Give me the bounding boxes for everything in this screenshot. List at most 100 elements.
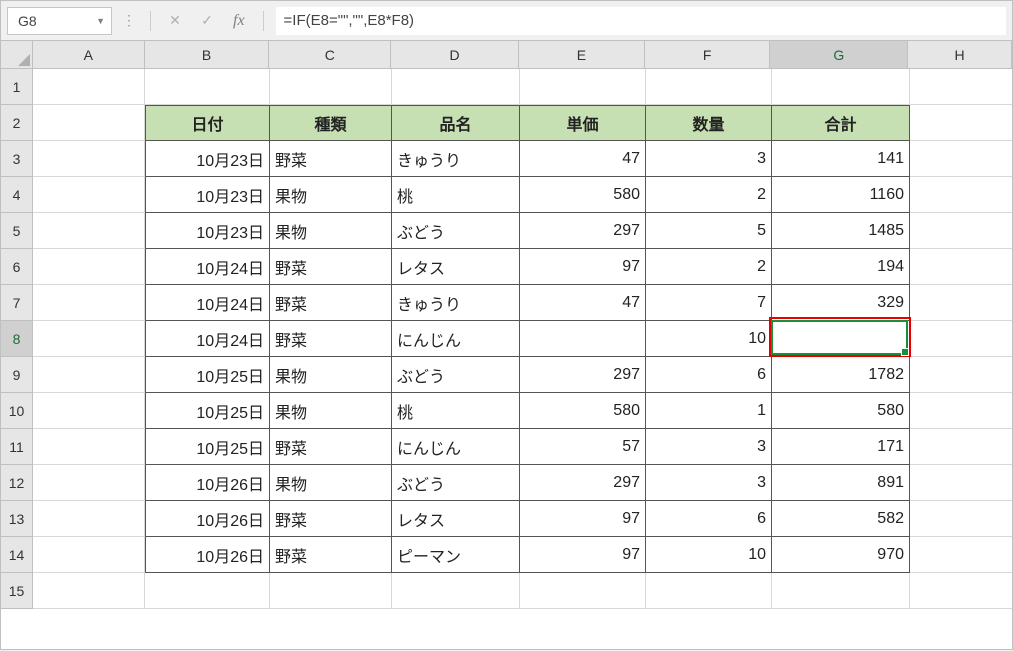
cells-area[interactable]: 日付種類品名単価数量合計10月23日野菜きゅうり47314110月23日果物桃5…	[33, 69, 1012, 609]
cell-G6[interactable]: 194	[772, 249, 910, 285]
cell-G14[interactable]: 970	[772, 537, 910, 573]
cell-A8[interactable]	[33, 321, 145, 357]
cell-G13[interactable]: 582	[772, 501, 910, 537]
cell-C15[interactable]	[270, 573, 392, 609]
name-box[interactable]: G8 ▼	[7, 7, 112, 35]
cell-D9[interactable]: ぶどう	[392, 357, 520, 393]
col-header-C[interactable]: C	[269, 41, 391, 68]
cell-C7[interactable]: 野菜	[270, 285, 392, 321]
cell-H12[interactable]	[910, 465, 1012, 501]
cell-B3[interactable]: 10月23日	[145, 141, 270, 177]
row-header-8[interactable]: 8	[1, 321, 33, 357]
cell-A2[interactable]	[33, 105, 145, 141]
cell-D14[interactable]: ピーマン	[392, 537, 520, 573]
cell-H1[interactable]	[910, 69, 1012, 105]
cell-G8[interactable]	[772, 321, 910, 357]
cell-D12[interactable]: ぶどう	[392, 465, 520, 501]
cell-B9[interactable]: 10月25日	[145, 357, 270, 393]
cell-D4[interactable]: 桃	[392, 177, 520, 213]
col-header-B[interactable]: B	[145, 41, 270, 68]
cell-B2[interactable]: 日付	[145, 105, 270, 141]
cell-G11[interactable]: 171	[772, 429, 910, 465]
cell-A4[interactable]	[33, 177, 145, 213]
cell-C14[interactable]: 野菜	[270, 537, 392, 573]
select-all-corner[interactable]	[1, 41, 33, 68]
cell-G1[interactable]	[772, 69, 910, 105]
cell-A6[interactable]	[33, 249, 145, 285]
cell-B10[interactable]: 10月25日	[145, 393, 270, 429]
cell-E12[interactable]: 297	[520, 465, 646, 501]
row-header-13[interactable]: 13	[1, 501, 33, 537]
cell-E9[interactable]: 297	[520, 357, 646, 393]
col-header-A[interactable]: A	[33, 41, 145, 68]
cancel-icon[interactable]: ✕	[163, 9, 187, 33]
col-header-F[interactable]: F	[645, 41, 771, 68]
cell-F11[interactable]: 3	[646, 429, 772, 465]
cell-F2[interactable]: 数量	[646, 105, 772, 141]
cell-A10[interactable]	[33, 393, 145, 429]
cell-G4[interactable]: 1160	[772, 177, 910, 213]
cell-H7[interactable]	[910, 285, 1012, 321]
cell-F7[interactable]: 7	[646, 285, 772, 321]
cell-B13[interactable]: 10月26日	[145, 501, 270, 537]
cell-C2[interactable]: 種類	[270, 105, 392, 141]
col-header-H[interactable]: H	[908, 41, 1012, 68]
cell-B15[interactable]	[145, 573, 270, 609]
cell-F15[interactable]	[646, 573, 772, 609]
cell-F9[interactable]: 6	[646, 357, 772, 393]
cell-F10[interactable]: 1	[646, 393, 772, 429]
cell-D3[interactable]: きゅうり	[392, 141, 520, 177]
cell-B7[interactable]: 10月24日	[145, 285, 270, 321]
cell-D1[interactable]	[392, 69, 520, 105]
cell-D8[interactable]: にんじん	[392, 321, 520, 357]
cell-F1[interactable]	[646, 69, 772, 105]
row-header-5[interactable]: 5	[1, 213, 33, 249]
cell-C3[interactable]: 野菜	[270, 141, 392, 177]
cell-A12[interactable]	[33, 465, 145, 501]
cell-C1[interactable]	[270, 69, 392, 105]
cell-H3[interactable]	[910, 141, 1012, 177]
cell-H6[interactable]	[910, 249, 1012, 285]
col-header-G[interactable]: G	[770, 41, 908, 68]
cell-F14[interactable]: 10	[646, 537, 772, 573]
cell-E2[interactable]: 単価	[520, 105, 646, 141]
cell-G12[interactable]: 891	[772, 465, 910, 501]
cell-G7[interactable]: 329	[772, 285, 910, 321]
cell-C11[interactable]: 野菜	[270, 429, 392, 465]
cell-C10[interactable]: 果物	[270, 393, 392, 429]
cell-E14[interactable]: 97	[520, 537, 646, 573]
cell-A7[interactable]	[33, 285, 145, 321]
row-header-14[interactable]: 14	[1, 537, 33, 573]
cell-D2[interactable]: 品名	[392, 105, 520, 141]
row-header-3[interactable]: 3	[1, 141, 33, 177]
cell-A14[interactable]	[33, 537, 145, 573]
cell-H2[interactable]	[910, 105, 1012, 141]
cell-B12[interactable]: 10月26日	[145, 465, 270, 501]
cell-A1[interactable]	[33, 69, 145, 105]
cell-B14[interactable]: 10月26日	[145, 537, 270, 573]
cell-E11[interactable]: 57	[520, 429, 646, 465]
cell-G5[interactable]: 1485	[772, 213, 910, 249]
cell-E13[interactable]: 97	[520, 501, 646, 537]
row-header-1[interactable]: 1	[1, 69, 33, 105]
cell-A9[interactable]	[33, 357, 145, 393]
cell-A11[interactable]	[33, 429, 145, 465]
cell-D7[interactable]: きゅうり	[392, 285, 520, 321]
cell-D15[interactable]	[392, 573, 520, 609]
cell-C6[interactable]: 野菜	[270, 249, 392, 285]
cell-F4[interactable]: 2	[646, 177, 772, 213]
cell-B5[interactable]: 10月23日	[145, 213, 270, 249]
cell-H14[interactable]	[910, 537, 1012, 573]
cell-A15[interactable]	[33, 573, 145, 609]
cell-E4[interactable]: 580	[520, 177, 646, 213]
cell-A5[interactable]	[33, 213, 145, 249]
row-header-11[interactable]: 11	[1, 429, 33, 465]
cell-C5[interactable]: 果物	[270, 213, 392, 249]
cell-G15[interactable]	[772, 573, 910, 609]
cell-B8[interactable]: 10月24日	[145, 321, 270, 357]
fx-icon[interactable]: fx	[227, 12, 251, 30]
cell-E15[interactable]	[520, 573, 646, 609]
cell-E10[interactable]: 580	[520, 393, 646, 429]
cell-B4[interactable]: 10月23日	[145, 177, 270, 213]
cell-E1[interactable]	[520, 69, 646, 105]
